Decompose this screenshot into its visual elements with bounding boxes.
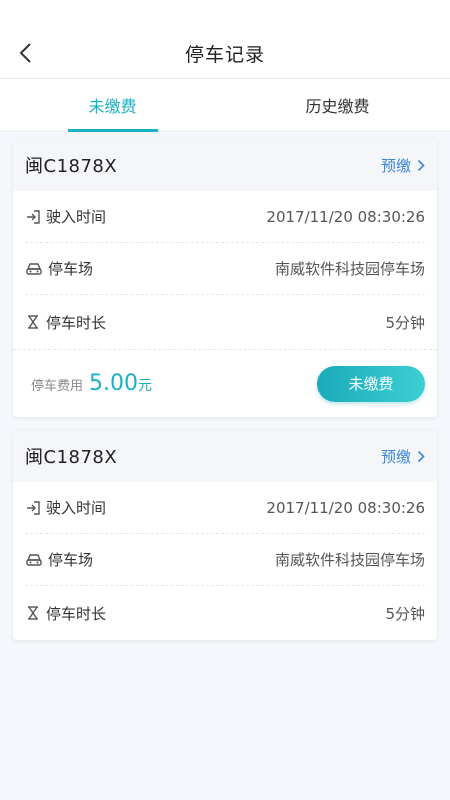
prepay-label: 预缴 (380, 447, 411, 466)
parking-lot-value: 南威软件科技园停车场 (274, 551, 425, 569)
entry-time-label: 驶入时间 (46, 499, 107, 517)
fee-unit: 元 (138, 378, 152, 394)
record-list: 闽C1878X 预缴 驶入时间 2017/11/20 08:30:26 停车场 … (0, 132, 450, 640)
duration-value: 5分钟 (385, 604, 425, 623)
tab-bar: 未缴费 历史缴费 (0, 78, 450, 132)
license-plate: 闽C1878X (25, 447, 118, 468)
parking-lot-row: 停车场 南威软件科技园停车场 (25, 243, 425, 295)
car-icon (26, 262, 42, 275)
tab-history[interactable]: 历史缴费 (225, 79, 450, 131)
prepay-link[interactable]: 预缴 (381, 446, 425, 467)
entry-icon (27, 209, 40, 224)
prepay-link[interactable]: 预缴 (381, 155, 425, 176)
chevron-left-icon (19, 43, 31, 63)
tab-unpaid[interactable]: 未缴费 (0, 79, 225, 131)
car-icon (26, 553, 42, 566)
entry-time-label: 驶入时间 (46, 208, 107, 226)
parking-lot-label: 停车场 (48, 260, 94, 278)
entry-icon (27, 500, 40, 515)
duration-label: 停车时长 (46, 313, 107, 332)
entry-time-row: 驶入时间 2017/11/20 08:30:26 (25, 482, 425, 534)
back-button[interactable] (10, 38, 40, 68)
license-plate: 闽C1878X (25, 156, 118, 177)
fee-amount: 5.00 (89, 371, 138, 396)
parking-record-card: 闽C1878X 预缴 驶入时间 2017/11/20 08:30:26 停车场 … (13, 139, 437, 417)
parking-lot-label: 停车场 (48, 551, 94, 569)
hourglass-icon (28, 315, 38, 329)
pay-button[interactable]: 未缴费 (317, 365, 425, 402)
fee-label: 停车费用 (31, 379, 84, 394)
fee-bar: 停车费用 5.00 元 未缴费 (13, 349, 437, 417)
parking-lot-value: 南威软件科技园停车场 (274, 260, 425, 278)
parking-record-card: 闽C1878X 预缴 驶入时间 2017/11/20 08:30:26 停车场 … (13, 430, 437, 640)
entry-time-value: 2017/11/20 08:30:26 (266, 498, 425, 517)
entry-time-value: 2017/11/20 08:30:26 (266, 207, 425, 226)
duration-label: 停车时长 (46, 604, 107, 623)
nav-bar: 停车记录 (0, 28, 450, 78)
hourglass-icon (28, 606, 38, 620)
chevron-right-icon (417, 450, 425, 462)
page-title: 停车记录 (184, 43, 265, 66)
duration-row: 停车时长 5分钟 (25, 586, 425, 640)
prepay-label: 预缴 (380, 156, 411, 175)
card-header: 闽C1878X 预缴 (13, 139, 437, 191)
duration-row: 停车时长 5分钟 (25, 295, 425, 349)
entry-time-row: 驶入时间 2017/11/20 08:30:26 (25, 191, 425, 243)
card-header: 闽C1878X 预缴 (13, 430, 437, 482)
chevron-right-icon (417, 159, 425, 171)
parking-lot-row: 停车场 南威软件科技园停车场 (25, 534, 425, 586)
duration-value: 5分钟 (385, 313, 425, 332)
status-bar (0, 0, 450, 28)
